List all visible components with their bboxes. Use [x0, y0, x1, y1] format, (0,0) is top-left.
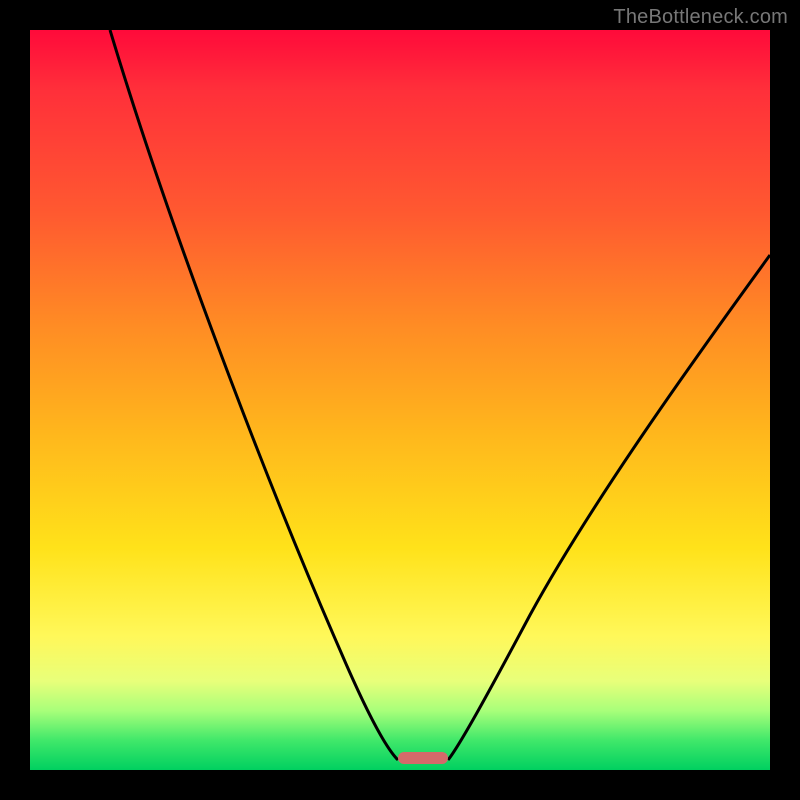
background-gradient	[30, 30, 770, 770]
dip-marker	[398, 752, 448, 764]
plot-frame	[30, 30, 770, 770]
watermark-text: TheBottleneck.com	[613, 6, 788, 29]
